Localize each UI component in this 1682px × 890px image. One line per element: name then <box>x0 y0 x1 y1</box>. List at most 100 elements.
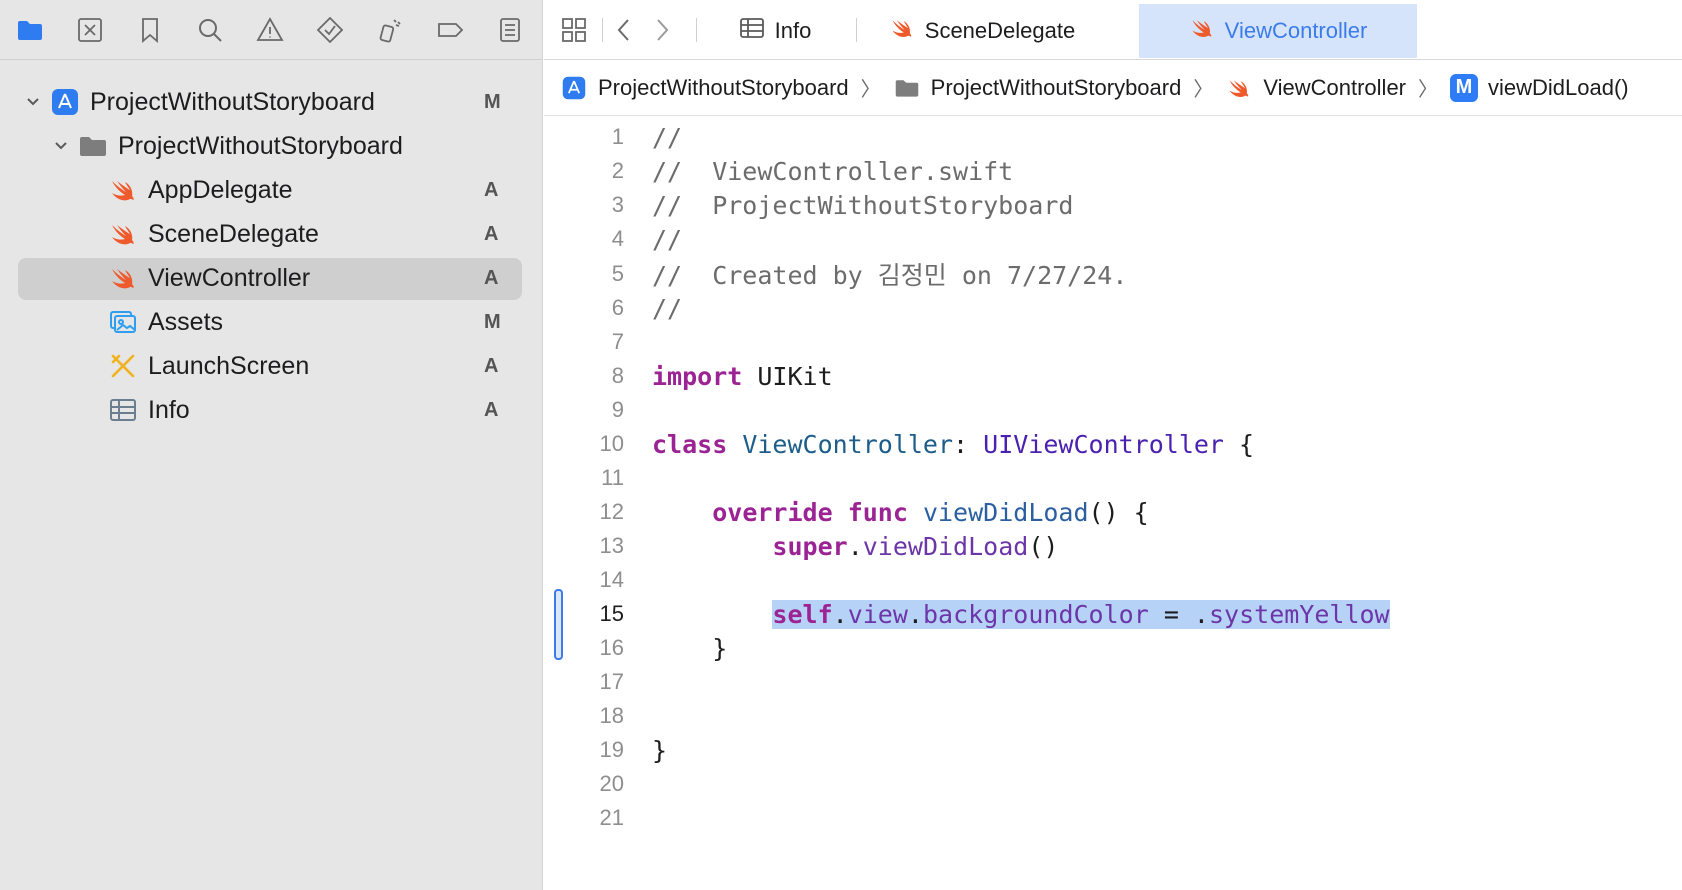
line-number-row: 7 <box>544 324 1682 360</box>
line-number[interactable]: 20 <box>544 771 624 797</box>
test-icon[interactable] <box>314 14 346 46</box>
code-line[interactable]: override func viewDidLoad() { <box>544 494 1682 530</box>
code-line[interactable]: class ViewController: UIViewController { <box>544 426 1682 462</box>
breadcrumb-label: ProjectWithoutStoryboard <box>930 74 1182 100</box>
tab-info[interactable]: Info <box>700 4 850 58</box>
swift-icon <box>1189 15 1215 47</box>
tree-item-label: AppDelegate <box>148 175 293 204</box>
bookmark-icon[interactable] <box>134 14 166 46</box>
breadcrumb-item-file[interactable]: ViewController <box>1225 74 1406 102</box>
file-tree: ProjectWithoutStoryboard M ProjectWithou… <box>0 80 543 432</box>
plist-icon <box>739 15 765 47</box>
chevron-left-icon[interactable] <box>608 14 640 46</box>
chevron-down-icon[interactable] <box>22 91 44 113</box>
line-number[interactable]: 7 <box>544 329 624 355</box>
tree-item-label: SceneDelegate <box>148 219 319 248</box>
breadcrumb-label: ViewController <box>1263 74 1406 100</box>
code-line[interactable]: import UIKit <box>544 358 1682 394</box>
tab-label: SceneDelegate <box>924 18 1076 43</box>
tree-item-assets[interactable]: Assets M <box>0 300 543 344</box>
tree-item-project[interactable]: ProjectWithoutStoryboard M <box>0 80 543 124</box>
status-badge: A <box>484 178 499 201</box>
breadcrumb-item-method[interactable]: M viewDidLoad() <box>1450 73 1629 102</box>
text-selection[interactable]: self.view.backgroundColor = .systemYello… <box>772 599 1390 629</box>
editor-tab-bar: Info SceneDelegate ViewController <box>544 0 1682 60</box>
code-line[interactable]: // ProjectWithoutStoryboard <box>544 187 1682 223</box>
breadcrumb-item-folder[interactable]: ProjectWithoutStoryboard <box>893 74 1182 102</box>
code-line[interactable]: } <box>544 732 1682 768</box>
change-indicator[interactable] <box>554 589 563 660</box>
breadcrumb-item-project[interactable]: ProjectWithoutStoryboard <box>560 74 849 102</box>
tree-item-info[interactable]: Info A <box>0 388 543 432</box>
status-badge: A <box>484 354 499 377</box>
line-number-row: 17 <box>544 664 1682 700</box>
navigator-toolbar <box>0 0 543 60</box>
status-badge: A <box>484 266 499 289</box>
line-number[interactable]: 21 <box>544 805 624 831</box>
warning-icon[interactable] <box>254 14 286 46</box>
line-number[interactable]: 11 <box>544 465 624 491</box>
line-number-row: 21 <box>544 800 1682 836</box>
line-number[interactable]: 17 <box>544 669 624 695</box>
line-number-row: 11 <box>544 460 1682 496</box>
code-line[interactable]: // <box>544 119 1682 155</box>
tree-item-label: LaunchScreen <box>148 351 310 380</box>
source-editor[interactable]: 1 2 3 4 5 6 7 8 9 10 11 12 13 14 15 16 17 18 19 20 21 // // … <box>544 116 1682 890</box>
tree-item-appdelegate[interactable]: AppDelegate A <box>0 168 543 212</box>
code-line[interactable]: // Created by 김정민 on 7/27/24. <box>544 256 1682 292</box>
related-items-icon[interactable] <box>558 14 590 46</box>
tree-item-launchscreen[interactable]: LaunchScreen A <box>0 344 543 388</box>
debug-icon[interactable] <box>374 14 406 46</box>
code-line[interactable]: } <box>544 630 1682 666</box>
project-navigator: ProjectWithoutStoryboard M ProjectWithou… <box>0 0 543 890</box>
tree-item-label: ProjectWithoutStoryboard <box>90 87 375 116</box>
line-number-row: 18 <box>544 698 1682 734</box>
code-line[interactable]: // <box>544 221 1682 257</box>
breadcrumb-label: viewDidLoad() <box>1488 74 1629 100</box>
code-line[interactable]: super.viewDidLoad() <box>544 528 1682 564</box>
swift-icon <box>1225 74 1253 102</box>
line-number[interactable]: 18 <box>544 703 624 729</box>
search-icon[interactable] <box>194 14 226 46</box>
breakpoint-icon[interactable] <box>434 14 466 46</box>
breadcrumb: ProjectWithoutStoryboard 〉 ProjectWithou… <box>544 60 1682 116</box>
line-number-row: 9 <box>544 392 1682 428</box>
breadcrumb-separator: 〉 <box>1193 79 1214 101</box>
tree-item-label: Assets <box>148 307 224 336</box>
swift-icon <box>889 15 915 47</box>
swift-icon <box>106 217 140 251</box>
plist-icon <box>106 393 140 427</box>
storyboard-icon <box>106 349 140 383</box>
tab-scenedelegate[interactable]: SceneDelegate <box>862 4 1102 58</box>
app-project-icon <box>560 74 588 102</box>
folder-icon[interactable] <box>14 14 46 46</box>
status-badge: M <box>484 310 501 333</box>
tree-item-viewcontroller[interactable]: ViewController A <box>0 256 543 300</box>
swift-icon <box>106 261 140 295</box>
tree-item-folder[interactable]: ProjectWithoutStoryboard <box>0 124 543 168</box>
source-control-icon[interactable] <box>74 14 106 46</box>
chevron-right-icon[interactable] <box>646 14 678 46</box>
app-project-icon <box>48 85 82 119</box>
tree-item-scenedelegate[interactable]: SceneDelegate A <box>0 212 543 256</box>
code-line[interactable]: // <box>544 290 1682 326</box>
swift-icon <box>106 173 140 207</box>
code-line[interactable]: // ViewController.swift <box>544 153 1682 189</box>
code-line-current[interactable]: self.view.backgroundColor = .systemYello… <box>544 596 1682 632</box>
tab-label: Info <box>774 18 812 43</box>
tab-label: ViewController <box>1224 18 1368 43</box>
line-number[interactable]: 9 <box>544 397 624 423</box>
assets-icon <box>106 305 140 339</box>
line-number-row: 14 <box>544 562 1682 598</box>
line-number-row: 20 <box>544 766 1682 802</box>
status-badge: A <box>484 222 499 245</box>
folder-icon <box>76 129 110 163</box>
chevron-down-icon[interactable] <box>50 135 72 157</box>
status-badge: A <box>484 398 499 421</box>
folder-icon <box>893 74 921 102</box>
breadcrumb-separator: 〉 <box>1418 79 1438 101</box>
tab-viewcontroller[interactable]: ViewController <box>1139 4 1417 58</box>
tree-item-label: ProjectWithoutStoryboard <box>118 131 403 160</box>
tree-item-label: ViewController <box>148 263 311 292</box>
report-icon[interactable] <box>494 14 526 46</box>
